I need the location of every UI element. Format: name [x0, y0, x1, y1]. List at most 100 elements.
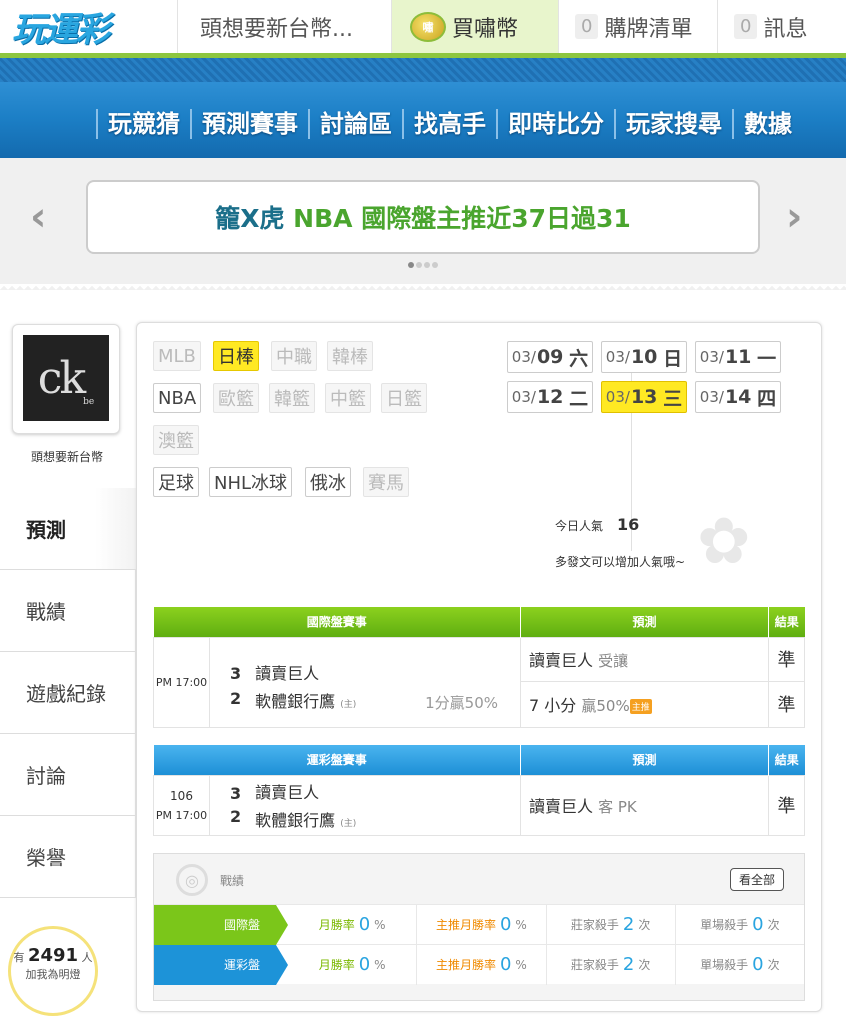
banner-prev-icon[interactable]: ‹: [30, 194, 46, 240]
intl-prediction-1: 讀賣巨人 受讓: [520, 636, 769, 682]
date-button[interactable]: 03/09 六: [507, 341, 593, 373]
main-rate-cell: 主推月勝率 0%: [417, 904, 547, 945]
sport-chip-nhl[interactable]: NHL冰球: [209, 467, 293, 497]
nav-item-data[interactable]: 數據: [732, 109, 802, 139]
date-md: 03/: [511, 388, 536, 406]
date-button[interactable]: 03/14 四: [695, 381, 781, 413]
date-button-selected[interactable]: 03/13 三: [601, 381, 687, 413]
sport-chip-cba[interactable]: 中籃: [325, 383, 371, 413]
date-button[interactable]: 03/11 一: [695, 341, 781, 373]
nav-item-guess[interactable]: 玩競猜: [96, 109, 190, 139]
sport-chip-horse-racing[interactable]: 賽馬: [363, 467, 409, 497]
sport-teams: 讀賣巨人 軟體銀行鷹 (主): [241, 774, 522, 836]
team1-score: 3: [230, 664, 242, 683]
month-rate-label: 月勝率: [318, 918, 355, 932]
host-mark: (主): [340, 819, 357, 829]
cart-label: 購牌清單: [604, 16, 693, 42]
intl-scores: 3 2: [209, 636, 242, 728]
nav-item-player-search[interactable]: 玩家搜尋: [614, 109, 732, 139]
sport-chip-cpbl[interactable]: 中職: [271, 341, 317, 371]
pager-dot[interactable]: [416, 262, 422, 268]
sport-chip-mlb[interactable]: MLB: [153, 341, 201, 371]
sport-chip-khl[interactable]: 俄冰: [305, 467, 351, 497]
month-rate-cell: 月勝率 0%: [288, 944, 418, 985]
cart-button[interactable]: 0 購牌清單: [558, 0, 718, 53]
msg-count: 0: [734, 14, 758, 39]
nav-item-livescore[interactable]: 即時比分: [496, 109, 614, 139]
target-icon: ◎: [176, 864, 208, 896]
main-rate-value: 0: [499, 954, 512, 975]
date-day: 10: [630, 346, 658, 368]
messages-button[interactable]: 0 訊息: [718, 0, 846, 53]
side-item-honor[interactable]: 榮譽: [0, 816, 136, 898]
date-weekday: 二: [569, 387, 589, 410]
nav-item-predict[interactable]: 預測賽事: [190, 109, 308, 139]
intl-header-match: 國際盤賽事: [153, 607, 521, 637]
sport-result: 準: [768, 774, 805, 836]
date-md: 03/: [699, 388, 724, 406]
buy-coin-button[interactable]: 嘯 買嘯幣: [392, 0, 558, 53]
banner-prefix: 籠X虎: [215, 204, 285, 233]
date-day: 09: [536, 346, 564, 368]
record-label: 運彩盤: [154, 944, 288, 985]
main-panel: MLB 日棒 中職 韓棒 NBA 歐籃 韓籃 中籃 日籃 澳籃 足球 NHL冰球…: [136, 322, 822, 1012]
follow-badge[interactable]: 有 2491 人 加我為明燈: [8, 926, 98, 1016]
banner-pager: [408, 262, 438, 268]
avatar-frame[interactable]: ck be: [12, 324, 120, 434]
pager-dot[interactable]: [408, 262, 414, 268]
pred-note: 客 PK: [598, 798, 637, 816]
fans-unit: 人: [81, 951, 93, 964]
sport-chip-nba[interactable]: NBA: [153, 383, 202, 413]
nav-item-forum[interactable]: 討論區: [308, 109, 402, 139]
sport-chip-euro-basketball[interactable]: 歐籃: [213, 383, 259, 413]
date-day: 14: [724, 386, 752, 408]
site-logo[interactable]: 玩運彩: [0, 0, 178, 53]
main-rate-cell: 主推月勝率 0%: [417, 944, 547, 985]
record-box: ◎ 戰績 看全部 國際盤 月勝率 0% 主推月勝率 0% 莊家殺手 2 次 單場殺手 0 次…: [153, 853, 805, 1001]
sport-game-info: 106 PM 17:00: [153, 774, 210, 836]
promo-banner[interactable]: 籠X虎 NBA 國際盤主推近37日過31: [86, 180, 760, 254]
nav-stripe: [0, 58, 846, 82]
sport-chip-kbo[interactable]: 韓棒: [327, 341, 373, 371]
nav-item-experts[interactable]: 找高手: [402, 109, 496, 139]
pred-team: 讀賣巨人: [529, 797, 594, 816]
pager-dot[interactable]: [432, 262, 438, 268]
pager-dot[interactable]: [424, 262, 430, 268]
sport-chip-soccer[interactable]: 足球: [153, 467, 199, 497]
view-all-button[interactable]: 看全部: [729, 868, 784, 891]
popularity-label: 今日人氣: [555, 519, 604, 533]
banner-next-icon[interactable]: ›: [786, 194, 802, 240]
logo-text: 玩運彩: [12, 10, 110, 50]
main-rate-label: 主推月勝率: [435, 918, 496, 932]
buy-coin-label: 買嘯幣: [452, 16, 519, 42]
cart-count: 0: [575, 14, 599, 39]
team2-name: 軟體銀行鷹: [255, 692, 336, 711]
date-md: 03/: [605, 348, 630, 366]
header-user-name[interactable]: 頭想要新台幣...: [178, 0, 392, 53]
sport-chip-kbl[interactable]: 韓籃: [269, 383, 315, 413]
sport-chip-jbl[interactable]: 日籃: [381, 383, 427, 413]
popularity-value: 16: [617, 515, 640, 534]
side-item-record[interactable]: 戰績: [0, 570, 136, 652]
intl-prediction-2: 7 小分 贏50% 主推: [520, 680, 769, 728]
fans-count: 2491: [27, 945, 79, 966]
follow-label: 加我為明燈: [25, 968, 81, 981]
date-weekday: 日: [663, 347, 683, 370]
date-button[interactable]: 03/10 日: [601, 341, 687, 373]
pct-unit: %: [515, 957, 527, 972]
times-unit: 次: [638, 918, 651, 932]
record-header: ◎ 戰績 看全部: [154, 854, 804, 904]
side-item-discuss[interactable]: 討論: [0, 734, 136, 816]
sport-chip-nbl[interactable]: 澳籃: [153, 425, 199, 455]
game-time: PM 17:00: [155, 808, 208, 822]
sport-chip-npb[interactable]: 日棒: [213, 341, 259, 371]
sport-scores: 3 2: [209, 774, 242, 836]
date-button[interactable]: 03/12 二: [507, 381, 593, 413]
pct-unit: %: [374, 917, 386, 932]
pred-main: 7 小分: [529, 696, 577, 715]
side-item-predict[interactable]: 預測: [0, 488, 136, 570]
game-number: 106: [170, 788, 193, 803]
date-weekday: 六: [569, 347, 589, 370]
side-item-game-log[interactable]: 遊戲紀錄: [0, 652, 136, 734]
msg-label: 訊息: [763, 16, 808, 42]
